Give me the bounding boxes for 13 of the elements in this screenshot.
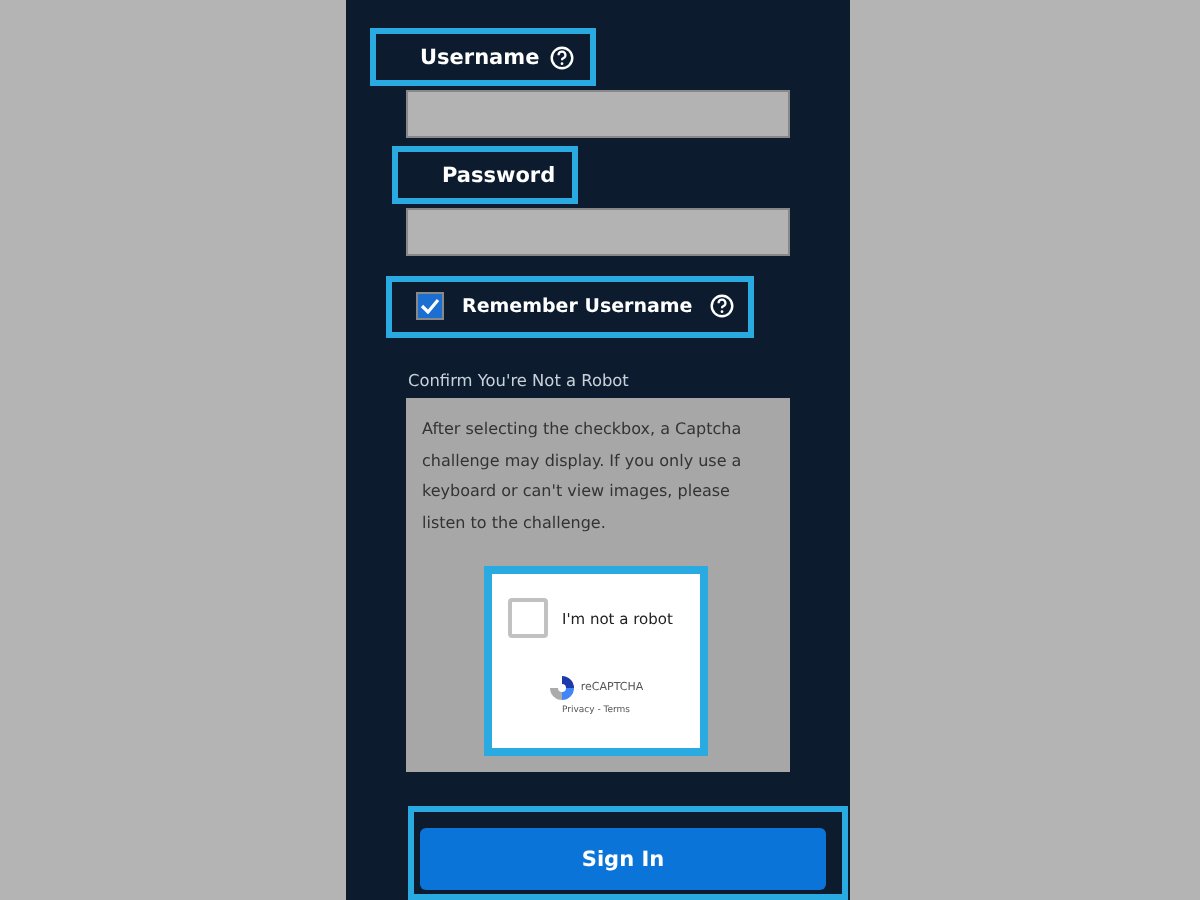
checkbox-label: Remember Username bbox=[462, 295, 693, 318]
field-label: Password bbox=[442, 163, 556, 188]
section-heading: Confirm You're Not a Robot bbox=[408, 370, 631, 390]
help-icon[interactable] bbox=[710, 294, 735, 319]
input-field[interactable] bbox=[406, 90, 790, 138]
help-icon[interactable] bbox=[549, 45, 574, 70]
recaptcha-logo-icon bbox=[548, 674, 577, 702]
sign-in-button[interactable]: Sign In bbox=[420, 828, 826, 890]
captcha-checkbox[interactable] bbox=[508, 598, 548, 638]
field-label: Username bbox=[420, 45, 540, 70]
input-field[interactable] bbox=[406, 208, 790, 256]
checkbox[interactable] bbox=[416, 292, 444, 321]
instructions-text: After selecting the checkbox, a Captcha challenge may display. If you only use a keyboard or can't view images, please listen to the challenge. bbox=[422, 418, 744, 536]
